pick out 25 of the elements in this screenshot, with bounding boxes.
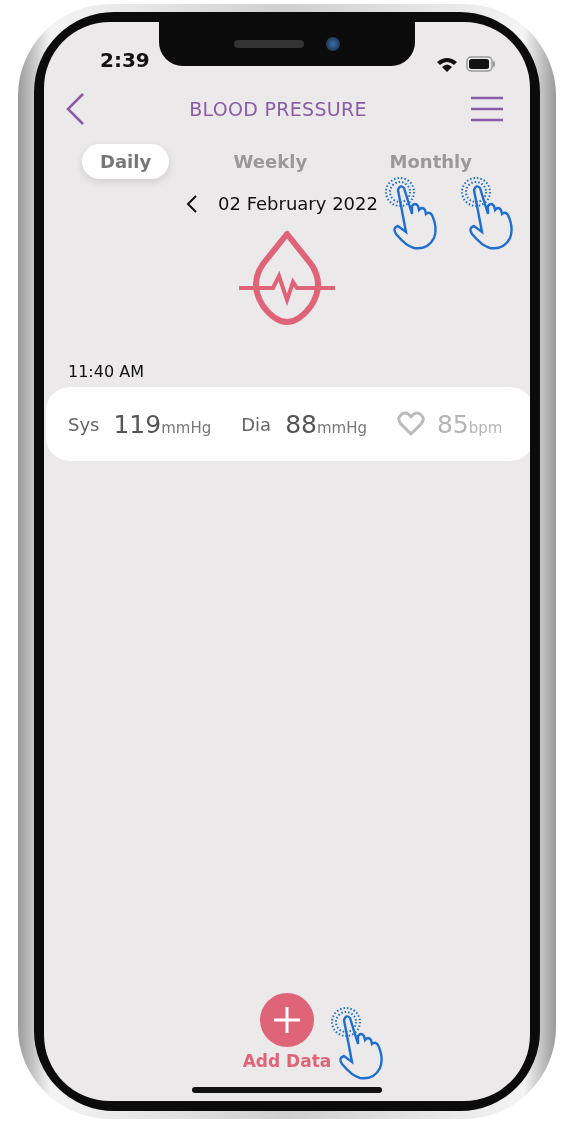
period-tab[interactable]: Weekly [215, 144, 326, 179]
pulse-value: 85 [436, 409, 469, 439]
plus-icon [272, 1005, 302, 1035]
menu-button[interactable] [470, 95, 504, 123]
status-time: 2:39 [100, 48, 150, 72]
period-tab[interactable]: Monthly [371, 144, 490, 179]
reading-time: 11:40 AM [68, 362, 145, 381]
date-label: 02 February 2022 [218, 193, 378, 214]
previous-date-button[interactable] [186, 193, 199, 214]
pulse-unit: bpm [468, 419, 503, 439]
period-tab[interactable]: Daily [82, 144, 170, 179]
systolic-unit: mmHg [161, 419, 212, 439]
diastolic-unit: mmHg [316, 419, 367, 439]
screen-title: BLOOD PRESSURE [189, 98, 367, 120]
add-button[interactable] [260, 993, 314, 1047]
heart-icon [396, 411, 425, 437]
diastolic-value: 88 [285, 409, 317, 439]
battery-icon [466, 56, 496, 72]
back-button[interactable] [64, 92, 86, 126]
blood-drop-icon [237, 228, 337, 328]
systolic-label: Sys [68, 413, 100, 435]
wifi-icon [436, 56, 458, 72]
systolic-value: 119 [113, 409, 162, 439]
diastolic-label: Dia [241, 413, 272, 435]
add-data-label: Add Data [242, 1051, 332, 1071]
